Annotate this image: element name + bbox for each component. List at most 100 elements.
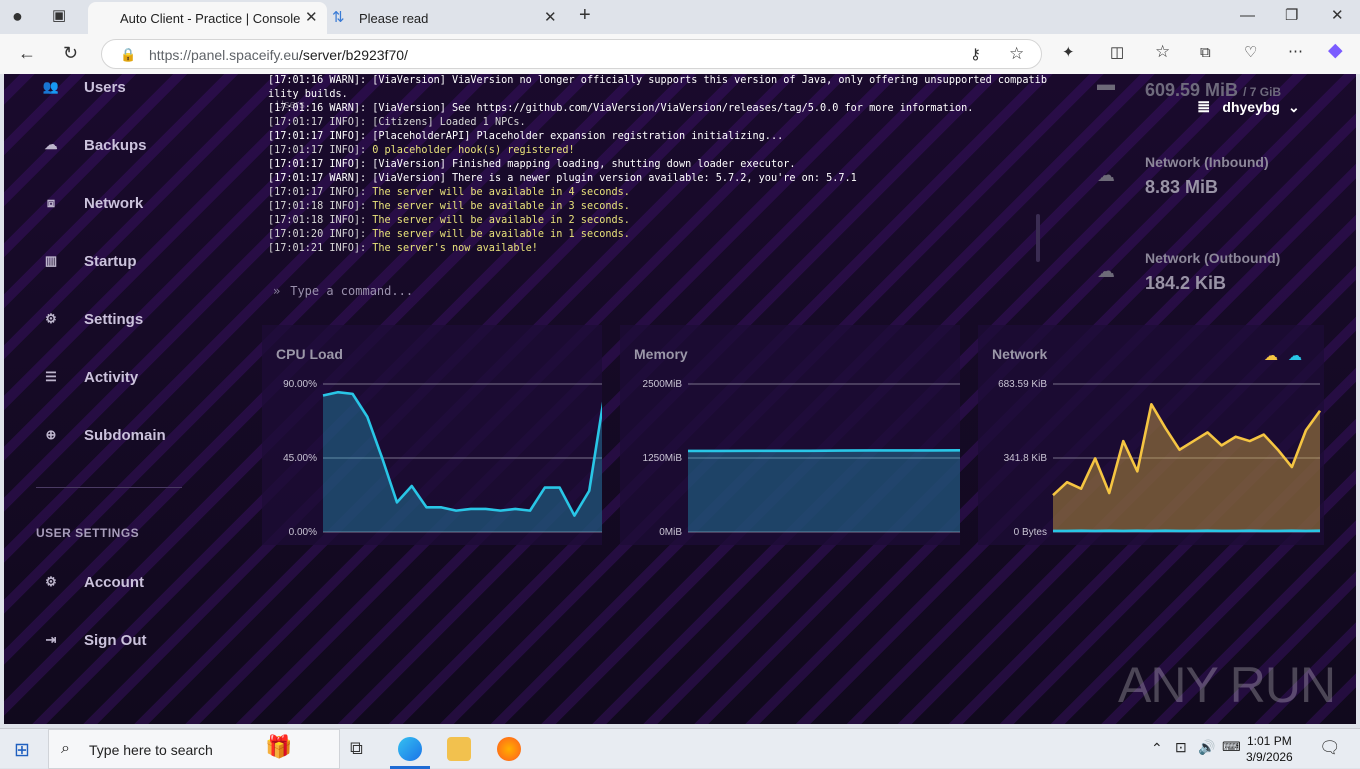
- console-line: [17:01:20 INFO]: The server will be avai…: [268, 228, 630, 242]
- notifications-icon[interactable]: 🗨: [1319, 738, 1341, 758]
- minimize-icon[interactable]: —: [1240, 8, 1255, 24]
- cloud-icon: ☁: [42, 137, 60, 153]
- console-line: [17:01:21 INFO]: The server's now availa…: [268, 242, 538, 256]
- cogs-icon: ⚙: [42, 574, 60, 590]
- console-line: [17:01:17 INFO]: 0 placeholder hook(s) r…: [268, 144, 575, 158]
- log-timestamp: [17:01:17 INFO]:: [268, 187, 366, 198]
- system-clock[interactable]: 1:01 PM 3/9/2026: [1246, 733, 1293, 765]
- outbound-label: Network (Outbound): [1145, 250, 1280, 266]
- tab-console[interactable]: Auto Client - Practice | Console ✕: [88, 2, 327, 34]
- password-key-icon[interactable]: ⚷: [970, 47, 981, 63]
- server-icon: ≣: [1197, 97, 1210, 117]
- close-icon[interactable]: ✕: [305, 11, 318, 25]
- user-menu[interactable]: ≣ dhyeybg ⌄: [1197, 97, 1300, 117]
- back-icon[interactable]: ←: [18, 45, 36, 61]
- lock-icon[interactable]: 🔒: [120, 47, 136, 63]
- tray-chevron-icon[interactable]: ⌃: [1151, 740, 1163, 757]
- search-highlight-icon: 🎁: [265, 734, 292, 760]
- edge-icon[interactable]: [398, 737, 422, 761]
- favorites-icon[interactable]: ☆: [1155, 44, 1170, 60]
- collections-icon[interactable]: ⧉: [1200, 45, 1211, 61]
- y-tick-label: 0.00%: [289, 527, 317, 538]
- sidebar-item-label: Backups: [84, 137, 147, 154]
- cpu-chart: 90.00%45.00%0.00%: [262, 374, 602, 544]
- chevron-down-icon: ⌄: [1288, 99, 1300, 116]
- windows-start-icon[interactable]: ⊞: [14, 739, 30, 762]
- split-screen-icon[interactable]: ◫: [1110, 45, 1124, 61]
- inbound-label: Network (Inbound): [1145, 154, 1269, 170]
- browser-essentials-icon[interactable]: ♡: [1244, 45, 1257, 61]
- new-tab-icon[interactable]: +: [579, 7, 591, 23]
- log-timestamp: [17:01:17 WARN]:: [268, 173, 366, 184]
- console-output[interactable]: [17:01:16 WARN]: [ViaVersion] ViaVersion…: [266, 74, 1038, 274]
- console-line: [17:01:17 INFO]: [ViaVersion] Finished m…: [268, 158, 795, 172]
- sidebar-item-label: Activity: [84, 369, 138, 386]
- file-explorer-icon[interactable]: [447, 737, 471, 761]
- console-line: [17:01:16 WARN]: [ViaVersion] ViaVersion…: [268, 74, 1047, 88]
- close-icon[interactable]: ✕: [544, 11, 557, 25]
- url-text: https://panel.spaceify.eu/server/b2923f7…: [149, 47, 408, 63]
- sidebar-item-label: Account: [84, 574, 144, 591]
- copilot-icon[interactable]: ◆: [1328, 43, 1343, 59]
- sidebar-item-subdomain[interactable]: ⊕Subdomain: [42, 424, 166, 446]
- log-timestamp: [17:01:21 INFO]:: [268, 243, 366, 254]
- log-message: The server will be available in 2 second…: [366, 215, 630, 226]
- y-tick-label: 0MiB: [659, 527, 682, 538]
- network-icon: ⧈: [42, 195, 60, 211]
- cloud-download-icon: ☁: [1094, 165, 1118, 185]
- console-scrollbar[interactable]: [1036, 214, 1040, 262]
- users-icon: 👥: [42, 79, 60, 95]
- taskbar-search[interactable]: ⌕ Type here to search 🎁: [48, 729, 340, 769]
- y-tick-label: 0 Bytes: [1014, 527, 1047, 538]
- refresh-icon[interactable]: ↻: [63, 45, 78, 61]
- sidebar-item-settings[interactable]: ⚙Settings: [42, 308, 143, 330]
- sidebar-item-users[interactable]: 👥 Users: [42, 76, 126, 98]
- sidebar-item-network[interactable]: ⧈Network: [42, 192, 143, 214]
- clock-date: 3/9/2026: [1246, 749, 1293, 765]
- log-message: The server will be available in 3 second…: [366, 201, 630, 212]
- search-icon: ⌕: [61, 740, 70, 758]
- series-area: [1053, 404, 1320, 532]
- log-timestamp: [17:01:18 INFO]:: [268, 201, 366, 212]
- y-tick-label: 1250MiB: [643, 453, 683, 464]
- watermark-text: ANY RUN: [1118, 657, 1335, 713]
- log-message: [ViaVersion] ViaVersion no longer offici…: [366, 75, 1047, 86]
- y-tick-label: 341.8 KiB: [1004, 453, 1048, 464]
- restore-icon[interactable]: ❐: [1285, 8, 1298, 24]
- browser-tab-bar: ● ▣ Auto Client - Practice | Console ✕ ⇅…: [0, 0, 1360, 34]
- taskbar: ⊞ ⌕ Type here to search 🎁 ⧉ ⌃ ⊡ 🔊 ⌨ 1:01…: [0, 728, 1360, 768]
- sidebar-item-sign-out[interactable]: ⇥Sign Out: [42, 629, 147, 651]
- log-timestamp: [17:01:18 INFO]:: [268, 215, 366, 226]
- favorite-star-icon[interactable]: ☆: [1009, 46, 1024, 62]
- sidebar-item-account[interactable]: ⚙ Account: [42, 571, 144, 593]
- series-line: [688, 450, 960, 451]
- tab-favicon-icon: ⇅: [332, 10, 345, 26]
- volume-icon[interactable]: 🔊: [1198, 739, 1215, 756]
- sidebar-item-startup[interactable]: ▥Startup: [42, 250, 137, 272]
- console-line: [17:01:16 WARN]: [ViaVersion] See https:…: [268, 102, 973, 116]
- sidebar-item-activity[interactable]: ☰Activity: [42, 366, 138, 388]
- console-overlay-label: Users: [276, 99, 305, 111]
- network-tray-icon[interactable]: ⊡: [1175, 739, 1187, 756]
- globe-icon: ⊕: [42, 427, 60, 443]
- log-message: [ViaVersion] Finished mapping loading, s…: [366, 159, 795, 170]
- extensions-icon[interactable]: ✦: [1062, 45, 1075, 61]
- profile-icon[interactable]: ●: [12, 8, 23, 24]
- language-icon[interactable]: ⌨: [1222, 739, 1241, 755]
- firefox-icon[interactable]: [497, 737, 521, 761]
- url-field[interactable]: 🔒 https://panel.spaceify.eu/server/b2923…: [101, 39, 1042, 69]
- command-input[interactable]: »Type a command...: [273, 284, 413, 298]
- tab-please-read[interactable]: ⇅ Please read ✕: [328, 2, 566, 34]
- task-view-icon[interactable]: ⧉: [350, 738, 363, 759]
- chevron-right-icon: »: [273, 284, 280, 298]
- close-window-icon[interactable]: ✕: [1331, 8, 1344, 24]
- more-menu-icon[interactable]: ⋯: [1288, 44, 1303, 60]
- tab-actions-icon[interactable]: ▣: [52, 8, 66, 24]
- upload-legend-icon: ☁: [1264, 347, 1278, 364]
- log-timestamp: [17:01:17 INFO]:: [268, 159, 366, 170]
- sidebar-item-label: Users: [84, 79, 126, 96]
- search-placeholder: Type here to search: [89, 742, 213, 758]
- address-bar: ← ↻ 🔒 https://panel.spaceify.eu/server/b…: [0, 34, 1360, 74]
- sidebar-item-backups[interactable]: ☁ Backups: [42, 134, 147, 156]
- sidebar-item-label: Startup: [84, 253, 137, 270]
